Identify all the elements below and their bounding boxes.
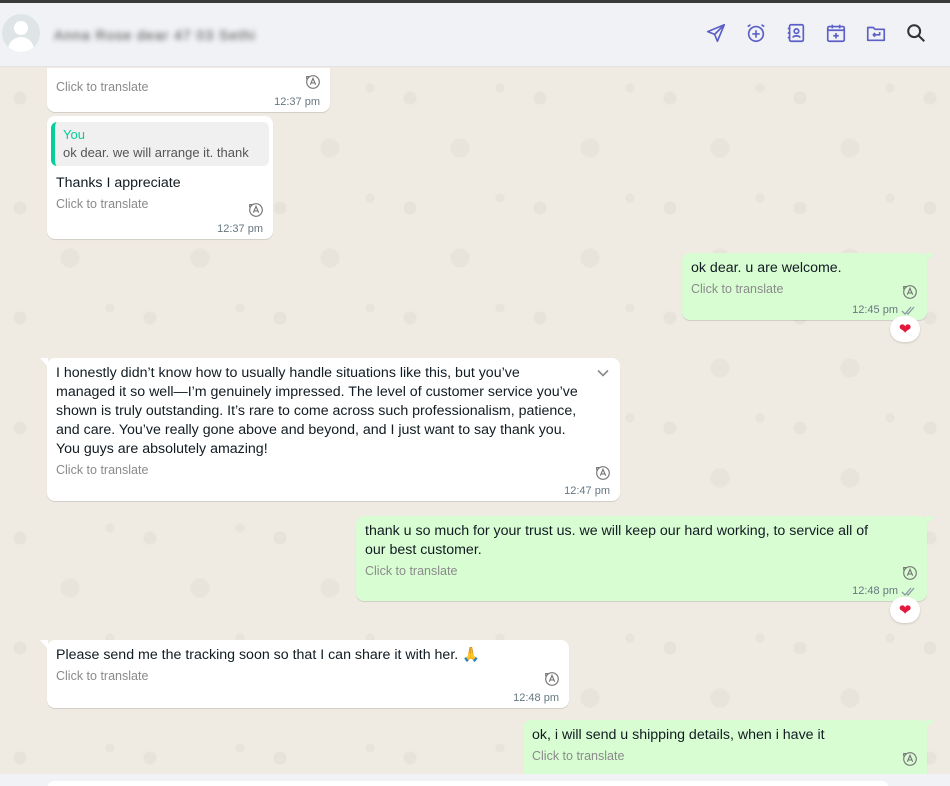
- calendar-add-icon[interactable]: [824, 21, 848, 45]
- read-ticks-icon: [901, 306, 915, 315]
- message-time: 12:48 pm: [852, 585, 917, 597]
- message-text: thank u so much for your trust us. we wi…: [365, 523, 869, 558]
- quote-author: You: [63, 127, 85, 142]
- message-bubble-outgoing[interactable]: thank u so much for your trust us. we wi…: [356, 516, 934, 601]
- message-time: 12:45 pm: [852, 304, 917, 316]
- click-to-translate[interactable]: Click to translate: [56, 669, 560, 683]
- message-bubble-outgoing[interactable]: ok, i will send u shipping details, when…: [523, 720, 934, 774]
- translate-icon[interactable]: [594, 464, 612, 482]
- heart-reaction[interactable]: ❤: [890, 316, 920, 342]
- message-text: I honestly didn’t know how to usually ha…: [56, 365, 578, 457]
- click-to-translate[interactable]: Click to translate: [691, 282, 918, 296]
- translate-icon[interactable]: [247, 201, 265, 219]
- heart-reaction[interactable]: ❤: [890, 597, 920, 623]
- message-time-text: 12:48 pm: [852, 585, 898, 597]
- contact-card-icon[interactable]: [784, 21, 808, 45]
- message-bubble-incoming[interactable]: I honestly didn’t know how to usually ha…: [40, 358, 620, 501]
- click-to-translate[interactable]: Click to translate: [56, 463, 611, 477]
- composer-bar: [0, 774, 950, 786]
- message-input[interactable]: [48, 781, 888, 786]
- folder-return-icon[interactable]: [864, 21, 888, 45]
- contact-avatar[interactable]: [2, 14, 40, 52]
- click-to-translate[interactable]: Click to translate: [365, 564, 918, 578]
- message-time: 12:37 pm: [274, 96, 320, 108]
- translate-icon[interactable]: [543, 670, 561, 688]
- header-toolbar: [704, 21, 928, 45]
- message-time: 12:37 pm: [217, 223, 263, 235]
- translate-icon[interactable]: [901, 564, 919, 582]
- avatar-head: [14, 21, 28, 35]
- click-to-translate[interactable]: Click to translate: [56, 197, 264, 211]
- chat-header: Anna Rose dear 47 03 Sethi: [0, 3, 950, 67]
- message-text: ok, i will send u shipping details, when…: [532, 727, 825, 743]
- read-ticks-icon: [901, 587, 915, 596]
- search-icon[interactable]: [904, 21, 928, 45]
- message-bubble-incoming[interactable]: You ok dear. we will arrange it. thank T…: [47, 116, 273, 239]
- message-bubble-incoming[interactable]: Click to translate 12:37 pm: [47, 68, 330, 112]
- message-bubble-outgoing[interactable]: ok dear. u are welcome. Click to transla…: [682, 253, 934, 320]
- quoted-message[interactable]: You ok dear. we will arrange it. thank: [51, 122, 269, 166]
- alarm-add-icon[interactable]: [744, 21, 768, 45]
- message-time: 12:47 pm: [564, 485, 610, 497]
- click-to-translate[interactable]: Click to translate: [56, 80, 321, 94]
- message-text: ok dear. u are welcome.: [691, 260, 842, 276]
- translate-icon[interactable]: [901, 750, 919, 768]
- translate-icon[interactable]: [304, 73, 322, 91]
- chevron-down-icon[interactable]: [596, 366, 610, 380]
- send-icon[interactable]: [704, 21, 728, 45]
- message-text: Thanks I appreciate: [56, 175, 181, 191]
- message-time-text: 12:45 pm: [852, 304, 898, 316]
- click-to-translate[interactable]: Click to translate: [532, 749, 918, 763]
- contact-name[interactable]: Anna Rose dear 47 03 Sethi: [54, 27, 256, 43]
- avatar-body: [8, 37, 34, 52]
- message-bubble-incoming[interactable]: Please send me the tracking soon so that…: [40, 640, 569, 708]
- quote-text: ok dear. we will arrange it. thank: [63, 145, 249, 160]
- chat-pane[interactable]: Click to translate 12:37 pm You ok dear.…: [0, 68, 950, 774]
- message-time: 12:48 pm: [513, 692, 559, 704]
- message-text: Please send me the tracking soon so that…: [56, 647, 480, 663]
- translate-icon[interactable]: [901, 283, 919, 301]
